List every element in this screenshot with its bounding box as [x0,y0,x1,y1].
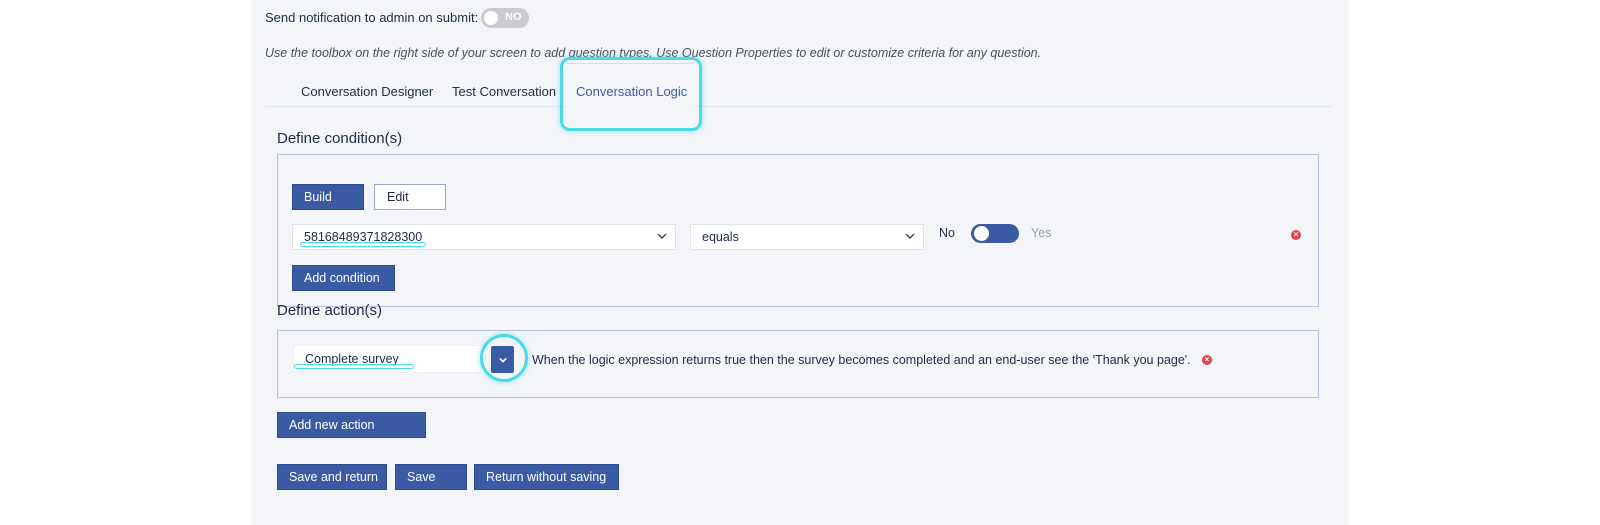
chevron-down-icon [905,233,915,239]
action-description: When the logic expression returns true t… [532,353,1191,367]
action-value-highlight [294,364,414,369]
remove-action-icon[interactable]: × [1202,355,1212,365]
notification-toggle[interactable]: NO [481,8,529,28]
remove-condition-icon[interactable]: × [1291,230,1301,240]
build-button[interactable]: Build [292,184,364,210]
edit-button[interactable]: Edit [374,184,446,210]
tab-test-conversation[interactable]: Test Conversation [452,84,556,99]
dropdown-highlight-ring [480,334,528,382]
tab-highlight-ring [560,57,702,131]
condition-value-toggle[interactable] [971,224,1019,243]
save-and-return-button[interactable]: Save and return [277,464,387,490]
toggle-no-label: No [939,226,955,240]
question-value-highlight [300,242,426,247]
save-button[interactable]: Save [395,464,467,490]
toggle-knob [974,226,989,241]
toggle-state-text: NO [505,11,522,23]
return-without-saving-button[interactable]: Return without saving [474,464,619,490]
actions-title: Define action(s) [277,302,383,319]
toggle-knob [484,11,498,25]
condition-operator-select[interactable]: equals [690,224,924,250]
condition-operator-value: equals [702,230,739,244]
toggle-yes-label: Yes [1031,226,1052,240]
tab-conversation-designer[interactable]: Conversation Designer [301,84,433,99]
add-new-action-button[interactable]: Add new action [277,412,426,438]
chevron-down-icon [657,233,667,239]
tabs-divider [265,106,1332,107]
notification-label: Send notification to admin on submit: [265,10,479,25]
conditions-title: Define condition(s) [277,130,403,147]
add-condition-button[interactable]: Add condition [292,265,395,291]
